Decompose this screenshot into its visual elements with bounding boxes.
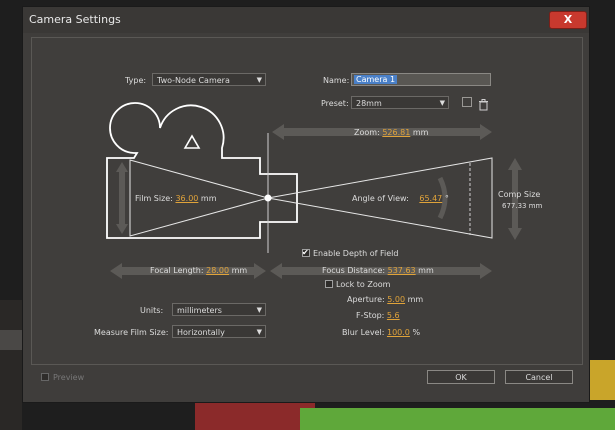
blur-level-label-text: Blur Level: — [342, 328, 385, 337]
focal-length-label-text: Focal Length: — [150, 266, 204, 275]
film-size-label-text: Film Size: — [135, 194, 173, 203]
angle-of-view-label-text: Angle of View: — [352, 194, 409, 203]
background-timeline — [0, 300, 22, 430]
zoom-unit: mm — [412, 128, 429, 137]
name-input[interactable]: Camera 1 — [351, 73, 491, 86]
focal-length-label: Focal Length: 28.00 mm — [150, 266, 247, 275]
dropdown-arrow-icon: ▼ — [256, 328, 262, 336]
lock-to-zoom-label: Lock to Zoom — [336, 280, 391, 289]
type-value: Two-Node Camera — [157, 76, 230, 85]
fstop-label: F-Stop: 5.6 — [356, 311, 400, 320]
background-bar-red — [195, 400, 315, 430]
ok-button[interactable]: OK — [427, 370, 495, 384]
name-label: Name: — [323, 76, 350, 85]
measure-film-size-label: Measure Film Size: — [94, 328, 169, 337]
measure-film-size-dropdown[interactable]: Horizontally ▼ — [172, 325, 266, 338]
background-bar-green — [300, 408, 615, 430]
depth-of-field-label: Enable Depth of Field — [313, 249, 399, 258]
film-size-label: Film Size: 36.00 mm — [135, 194, 217, 203]
dropdown-arrow-icon: ▼ — [256, 76, 262, 84]
dropdown-arrow-icon: ▼ — [256, 306, 262, 314]
comp-size-label: Comp Size — [498, 190, 541, 199]
dialog-title: Camera Settings — [29, 13, 121, 26]
type-dropdown[interactable]: Two-Node Camera ▼ — [152, 73, 266, 86]
preview-label: Preview — [53, 373, 85, 382]
units-value: millimeters — [177, 306, 222, 315]
aperture-label-text: Aperture: — [347, 295, 385, 304]
zoom-value[interactable]: 526.81 — [382, 128, 410, 137]
preview-checkbox[interactable] — [41, 373, 49, 381]
film-size-unit: mm — [200, 194, 217, 203]
comp-size-value: 677.33 mm — [502, 202, 543, 210]
focus-distance-label-text: Focus Distance: — [322, 266, 386, 275]
close-button[interactable]: X — [549, 11, 587, 29]
settings-panel: Type: Two-Node Camera ▼ Name: Camera 1 P… — [31, 37, 583, 365]
background-bar-gray — [0, 330, 22, 350]
aperture-unit: mm — [407, 295, 424, 304]
units-label: Units: — [140, 306, 164, 315]
title-bar[interactable]: Camera Settings X — [23, 7, 589, 33]
focus-distance-label: Focus Distance: 537.63 mm — [322, 266, 434, 275]
units-dropdown[interactable]: millimeters ▼ — [172, 303, 266, 316]
blur-level-unit: % — [412, 328, 421, 337]
focus-distance-unit: mm — [418, 266, 434, 275]
measure-film-size-value: Horizontally — [177, 328, 225, 337]
camera-diagram — [106, 102, 522, 279]
cancel-button[interactable]: Cancel — [505, 370, 573, 384]
aperture-label: Aperture: 5.00 mm — [347, 295, 423, 304]
lock-to-zoom-checkbox[interactable] — [325, 280, 333, 288]
focal-length-unit: mm — [231, 266, 248, 275]
name-value: Camera 1 — [354, 75, 398, 84]
type-label: Type: — [125, 76, 147, 85]
angle-of-view-label: Angle of View: 65.47 ° — [352, 194, 449, 203]
zoom-label: Zoom: 526.81 mm — [354, 128, 428, 137]
background-bar-yellow — [590, 360, 615, 400]
blur-level-value[interactable]: 100.0 — [387, 328, 410, 337]
angle-of-view-value[interactable]: 65.47 — [419, 194, 442, 203]
camera-settings-dialog: Camera Settings X Type: Two-Node Camera … — [22, 6, 590, 403]
checkmark-icon: ✔ — [302, 248, 309, 257]
fstop-label-text: F-Stop: — [356, 311, 385, 320]
focal-length-value[interactable]: 28.00 — [206, 266, 229, 275]
aperture-value[interactable]: 5.00 — [387, 295, 405, 304]
film-size-value[interactable]: 36.00 — [175, 194, 198, 203]
angle-of-view-unit: ° — [444, 194, 449, 203]
blur-level-label: Blur Level: 100.0 % — [342, 328, 420, 337]
focus-distance-value[interactable]: 537.63 — [388, 266, 416, 275]
zoom-label-text: Zoom: — [354, 128, 380, 137]
fstop-value[interactable]: 5.6 — [387, 311, 400, 320]
